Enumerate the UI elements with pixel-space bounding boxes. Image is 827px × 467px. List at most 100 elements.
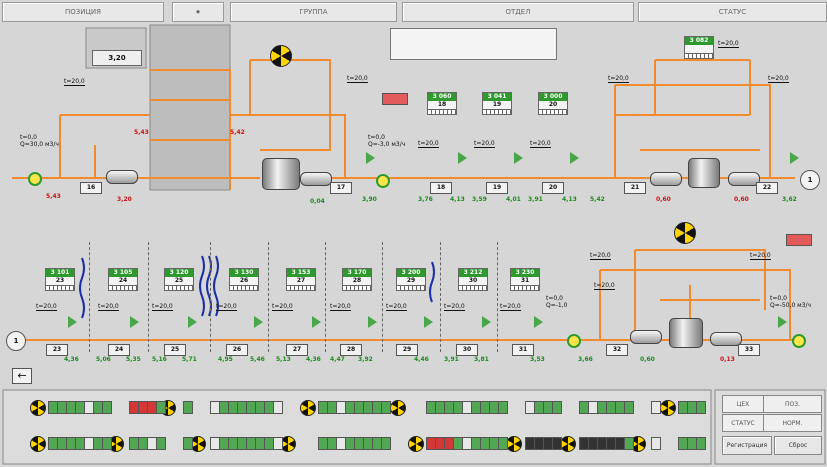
status-fan-icon-6[interactable]	[30, 436, 46, 452]
section-divider-5	[325, 242, 326, 352]
lower-gauge-25[interactable]: 3 120 25	[164, 268, 194, 291]
node-20-text: 20	[548, 184, 558, 191]
reset-button[interactable]: Сброс	[774, 436, 822, 455]
lower-green-value-11: 3,92	[358, 356, 373, 363]
upper-gauge-right[interactable]: 3 082	[684, 36, 714, 59]
node-20[interactable]: 20	[542, 182, 564, 194]
node-31[interactable]: 31	[512, 344, 534, 356]
pump-fan-icon-upper-1[interactable]	[270, 45, 292, 67]
lower-gauge-24[interactable]: 3 105 24	[108, 268, 138, 291]
upper-gauge-19-num: 19	[492, 101, 502, 108]
register-button[interactable]: Регистрация	[722, 436, 772, 455]
node-29[interactable]: 29	[396, 344, 418, 356]
node-26[interactable]: 26	[226, 344, 248, 356]
lower-green-value-8: 5,13	[276, 356, 291, 363]
lower-gauge-23[interactable]: 3 101 23	[45, 268, 75, 291]
upper-temp-t6-text: t=20,0	[474, 140, 495, 147]
lower-gauge-26[interactable]: 3 130 26	[229, 268, 259, 291]
lower-red-value-1-text: 0,13	[720, 356, 735, 363]
node-19[interactable]: 19	[486, 182, 508, 194]
flow-arrow-icon-u3	[514, 152, 523, 164]
lower-temp-6: t=20,0	[330, 303, 351, 311]
upper-flow-q4-text: Q=-3,0 м3/ч	[368, 141, 406, 148]
lower-gauge-24-scale	[109, 285, 137, 290]
node-28[interactable]: 28	[340, 344, 362, 356]
lower-gauge-27-scale	[287, 285, 315, 290]
node-18[interactable]: 18	[430, 182, 452, 194]
reactor-drum-lower	[669, 318, 703, 348]
lower-red-value-1: 0,13	[720, 356, 735, 363]
lower-green-value-14: 3,81	[474, 356, 489, 363]
upper-temp-t10: t=20,0	[718, 40, 739, 48]
upper-green-value-3: 3,76	[418, 196, 433, 203]
node-22[interactable]: 22	[756, 182, 778, 194]
node-24[interactable]: 24	[108, 344, 130, 356]
lower-gauge-31[interactable]: 3 230 31	[510, 268, 540, 291]
pump-icon-upper-mid[interactable]	[376, 174, 390, 188]
upper-green-value-8: 4,13	[562, 196, 577, 203]
node-27[interactable]: 27	[286, 344, 308, 356]
connector-circle-lower[interactable]: 1	[6, 331, 26, 351]
node-17[interactable]: 17	[330, 182, 352, 194]
lower-temp-2-text: t=20,0	[98, 303, 119, 310]
pump-icon-upper-left[interactable]	[28, 172, 42, 186]
status-fan-icon-11[interactable]	[506, 436, 522, 452]
lower-gauge-26-num: 26	[239, 277, 249, 284]
lower-gauge-25-value: 3 120	[165, 269, 193, 277]
info-row-1: ЦЕХ ПОЗ.	[722, 395, 822, 413]
flow-arrow-icon-l3	[188, 316, 197, 328]
node-19-text: 19	[492, 184, 502, 191]
upper-temp-t8-text: t=20,0	[608, 75, 629, 82]
lower-temp-4: t=20,0	[216, 303, 237, 311]
upper-red-value-1: 5,43	[46, 193, 61, 200]
status-fan-icon-3[interactable]	[300, 400, 316, 416]
status-fan-icon-1[interactable]	[30, 400, 46, 416]
status-fan-icon-12[interactable]	[560, 436, 576, 452]
node-18-text: 18	[436, 184, 446, 191]
process-diagram	[2, 24, 826, 465]
upper-green-value-4-text: 4,13	[450, 196, 465, 203]
pump-icon-lower-mid[interactable]	[567, 334, 581, 348]
flow-meter-value: 3,20	[108, 54, 126, 62]
node-21[interactable]: 21	[624, 182, 646, 194]
status-fan-icon-10[interactable]	[408, 436, 424, 452]
node-23[interactable]: 23	[46, 344, 68, 356]
node-33[interactable]: 33	[738, 344, 760, 356]
node-16[interactable]: 16	[80, 182, 102, 194]
upper-temp-t7-text: t=20,0	[530, 140, 551, 147]
pump-icon-lower-right[interactable]	[792, 334, 806, 348]
flow-arrow-icon-l4	[254, 316, 263, 328]
lower-temp-11: t=20,0	[750, 252, 771, 260]
pump-fan-icon-upper-2[interactable]	[674, 222, 696, 244]
lower-temp-11-text: t=20,0	[750, 252, 771, 259]
upper-green-value-4: 4,13	[450, 196, 465, 203]
upper-gauge-18-num: 18	[437, 101, 447, 108]
connector-circle-upper[interactable]: 1	[800, 170, 820, 190]
lower-gauge-23-num: 23	[55, 277, 65, 284]
lower-temp-3-text: t=20,0	[152, 303, 173, 310]
lower-green-value-10-text: 4,47	[330, 356, 345, 363]
lower-gauge-28[interactable]: 3 170 28	[342, 268, 372, 291]
lower-gauge-27[interactable]: 3 153 27	[286, 268, 316, 291]
lower-green-value-7: 5,46	[250, 356, 265, 363]
info-row-2-value: НОРМ.	[782, 419, 803, 427]
lower-gauge-29[interactable]: 3 200 29	[396, 268, 426, 291]
upper-green-value-1-text: 0,04	[310, 198, 325, 205]
section-divider-7	[440, 242, 441, 352]
upper-green-value-2-text: 3,90	[362, 196, 377, 203]
node-30[interactable]: 30	[456, 344, 478, 356]
lower-temp-1: t=20,0	[36, 303, 57, 311]
lower-gauge-30[interactable]: 3 212 30	[458, 268, 488, 291]
upper-gauge-18[interactable]: 3 060 18	[427, 92, 457, 115]
lower-temp-5-text: t=20,0	[272, 303, 293, 310]
lower-green-value-16: 3,66	[578, 356, 593, 363]
status-fan-icon-4[interactable]	[390, 400, 406, 416]
node-25[interactable]: 25	[164, 344, 186, 356]
upper-green-value-1: 0,04	[310, 198, 325, 205]
upper-gauge-20[interactable]: 3 000 20	[538, 92, 568, 115]
node-32[interactable]: 32	[606, 344, 628, 356]
status-fan-icon-5[interactable]	[660, 400, 676, 416]
upper-gauge-19[interactable]: 3 041 19	[482, 92, 512, 115]
lower-gauge-28-value: 3 170	[343, 269, 371, 277]
back-button[interactable]: ←	[12, 368, 32, 384]
